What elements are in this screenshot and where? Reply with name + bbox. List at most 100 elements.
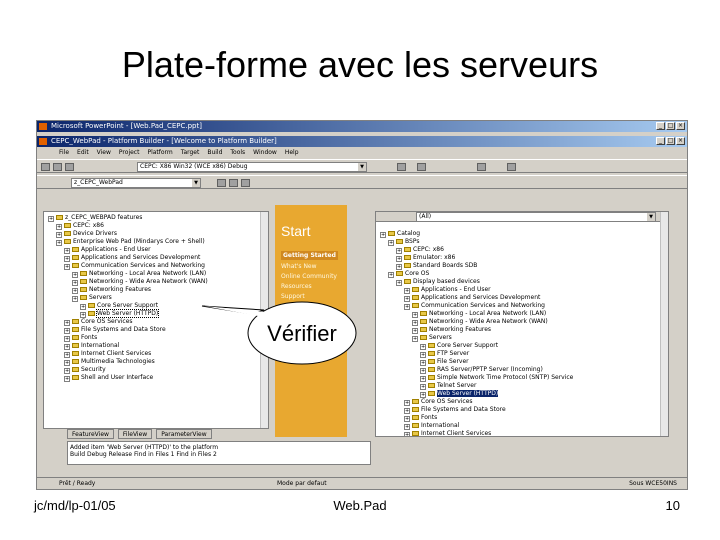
start-link-whats-new[interactable]: What's New bbox=[281, 263, 317, 270]
tree-node-label: Servers bbox=[89, 294, 112, 301]
tree-node[interactable]: + Networking - Local Area Network (LAN) bbox=[380, 310, 573, 318]
tree-node[interactable]: + Fonts bbox=[48, 334, 208, 342]
stop-build-icon[interactable] bbox=[417, 163, 426, 171]
tree-node[interactable]: + Web Server (HTTPD) bbox=[380, 390, 573, 398]
menu-item-view[interactable]: View bbox=[97, 148, 111, 158]
inner-minimize-icon[interactable]: _ bbox=[656, 137, 665, 145]
tree-node[interactable]: + File Server bbox=[380, 358, 573, 366]
tab-parameterview[interactable]: ParameterView bbox=[156, 429, 212, 439]
menu-item-target[interactable]: Target bbox=[181, 148, 200, 158]
tree-node[interactable]: + Multimedia Technologies bbox=[48, 358, 208, 366]
tree-node[interactable]: + Servers bbox=[380, 334, 573, 342]
tree-node-label: Communication Services and Networking bbox=[81, 262, 205, 269]
folder-icon bbox=[412, 303, 419, 308]
menu-item-window[interactable]: Window bbox=[253, 148, 277, 158]
tree-node[interactable]: + Standard Boards SDB bbox=[380, 262, 573, 270]
tree-node[interactable]: + File Systems and Data Store bbox=[380, 406, 573, 414]
tree-node[interactable]: + Security bbox=[48, 366, 208, 374]
outer-window-title: Microsoft PowerPoint - [Web.Pad_CEPC.ppt… bbox=[51, 122, 202, 130]
tree-node[interactable]: + International bbox=[48, 342, 208, 350]
properties-icon[interactable] bbox=[217, 179, 226, 187]
tree-node[interactable]: + Communication Services and Networking bbox=[48, 262, 208, 270]
tree-node[interactable]: + CEPC: x86 bbox=[48, 222, 208, 230]
tree-node[interactable]: + RAS Server/PPTP Server (Incoming) bbox=[380, 366, 573, 374]
open-folder-icon[interactable] bbox=[53, 163, 62, 171]
tree-node[interactable]: + Applications and Services Development bbox=[380, 294, 573, 302]
folder-icon bbox=[428, 375, 435, 380]
tree-node[interactable]: + File Systems and Data Store bbox=[48, 326, 208, 334]
output-window: Added item 'Web Server (HTTPD)' to the p… bbox=[67, 441, 371, 465]
start-link-resources[interactable]: Resources bbox=[281, 283, 312, 290]
expand-icon[interactable]: + bbox=[404, 432, 410, 436]
build-icon[interactable] bbox=[397, 163, 406, 171]
tree-node[interactable]: + Simple Network Time Protocol (SNTP) Ser… bbox=[380, 374, 573, 382]
tree-node[interactable]: + Applications and Services Development bbox=[48, 254, 208, 262]
tree-node[interactable]: + Enterprise Web Pad (Mindarys Core + She… bbox=[48, 238, 208, 246]
tree-node[interactable]: + Device Drivers bbox=[48, 230, 208, 238]
tree-node[interactable]: + BSPs bbox=[380, 238, 573, 246]
menu-item-help[interactable]: Help bbox=[285, 148, 299, 158]
new-file-icon[interactable] bbox=[41, 163, 50, 171]
refresh-icon[interactable] bbox=[229, 179, 238, 187]
tree-node[interactable]: + Applications - End User bbox=[380, 286, 573, 294]
tree-node[interactable]: + Core OS bbox=[380, 270, 573, 278]
maximize-icon[interactable]: □ bbox=[666, 122, 675, 130]
tree-node[interactable]: + Internet Client Services bbox=[380, 430, 573, 436]
tree-node[interactable]: + Networking - Local Area Network (LAN) bbox=[48, 270, 208, 278]
menu-item-file[interactable]: File bbox=[59, 148, 69, 158]
start-link-getting-started[interactable]: Getting Started bbox=[281, 251, 338, 260]
menu-item-edit[interactable]: Edit bbox=[77, 148, 89, 158]
tree-node-label: z_CEPC_WEBPAD features bbox=[65, 214, 143, 221]
expand-icon[interactable]: + bbox=[64, 376, 70, 382]
minimize-icon[interactable]: _ bbox=[656, 122, 665, 130]
catalog-icon[interactable] bbox=[241, 179, 250, 187]
tree-node[interactable]: + International bbox=[380, 422, 573, 430]
tree-node[interactable]: + Networking Features bbox=[380, 326, 573, 334]
start-link-online[interactable]: Online Community bbox=[281, 273, 337, 280]
catalog-filter-combo[interactable]: (All) bbox=[416, 212, 656, 222]
tree-node[interactable]: + Core OS Services bbox=[48, 318, 208, 326]
inner-maximize-icon[interactable]: □ bbox=[666, 137, 675, 145]
tree-node[interactable]: + Core Server Support bbox=[48, 302, 208, 310]
start-link-support[interactable]: Support bbox=[281, 293, 305, 300]
folder-icon bbox=[428, 343, 435, 348]
tree-node[interactable]: + Networking - Wide Area Network (WAN) bbox=[48, 278, 208, 286]
tree-node[interactable]: + Communication Services and Networking bbox=[380, 302, 573, 310]
inner-close-icon[interactable]: × bbox=[676, 137, 685, 145]
folder-icon bbox=[412, 295, 419, 300]
right-scrollbar[interactable] bbox=[660, 212, 668, 436]
menu-item-tools[interactable]: Tools bbox=[230, 148, 245, 158]
tree-node[interactable]: + Applications - End User bbox=[48, 246, 208, 254]
tree-node[interactable]: + Fonts bbox=[380, 414, 573, 422]
menu-item-build[interactable]: Build bbox=[207, 148, 222, 158]
tree-node[interactable]: + FTP Server bbox=[380, 350, 573, 358]
tree-node[interactable]: + Internet Client Services bbox=[48, 350, 208, 358]
menu-item-project[interactable]: Project bbox=[119, 148, 140, 158]
tree-node[interactable]: + Core Server Support bbox=[380, 342, 573, 350]
tab-fileview[interactable]: FileView bbox=[117, 429, 153, 439]
tree-node[interactable]: + Shell and User Interface bbox=[48, 374, 208, 382]
close-icon[interactable]: × bbox=[676, 122, 685, 130]
tree-node[interactable]: + Networking Features bbox=[48, 286, 208, 294]
tree-node[interactable]: + Emulator: x86 bbox=[380, 254, 573, 262]
menu-item-platform[interactable]: Platform bbox=[147, 148, 172, 158]
tab-featureview[interactable]: FeatureView bbox=[67, 429, 114, 439]
debug-icon[interactable] bbox=[507, 163, 516, 171]
tree-node-label: Networking - Local Area Network (LAN) bbox=[429, 310, 547, 317]
tree-node[interactable]: + Core OS Services bbox=[380, 398, 573, 406]
tree-node[interactable]: + Telnet Server bbox=[380, 382, 573, 390]
tree-node[interactable]: + Servers bbox=[48, 294, 208, 302]
project-combo[interactable]: z_CEPC_WebPad bbox=[71, 178, 201, 188]
tree-node[interactable]: + Display based devices bbox=[380, 278, 573, 286]
folder-icon bbox=[56, 215, 63, 220]
folder-icon bbox=[428, 383, 435, 388]
tree-node[interactable]: + CEPC: x86 bbox=[380, 246, 573, 254]
tree-node[interactable]: + Web Server (HTTPD) bbox=[48, 309, 208, 318]
tree-node[interactable]: + z_CEPC_WEBPAD features bbox=[48, 214, 208, 222]
tree-node[interactable]: + Catalog bbox=[380, 230, 573, 238]
config-combo[interactable]: CEPC: X86 Win32 (WCE x86) Debug bbox=[137, 162, 367, 172]
tree-node[interactable]: + Networking - Wide Area Network (WAN) bbox=[380, 318, 573, 326]
run-icon[interactable] bbox=[477, 163, 486, 171]
tree-node-label: Communication Services and Networking bbox=[421, 302, 545, 309]
save-icon[interactable] bbox=[65, 163, 74, 171]
